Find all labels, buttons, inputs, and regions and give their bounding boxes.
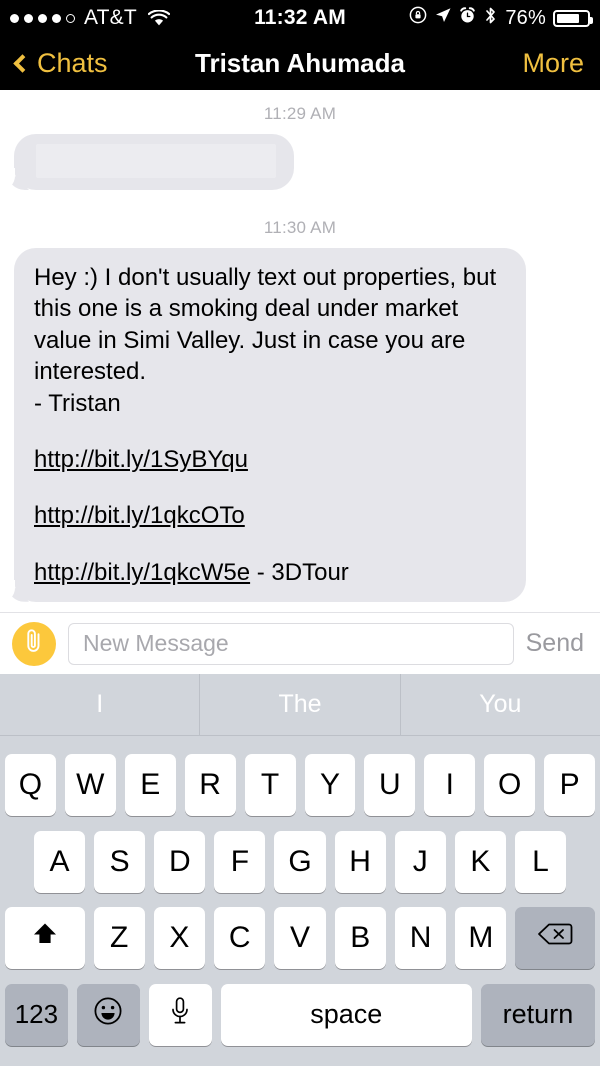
battery-icon: [553, 9, 593, 27]
navigation-bar: Chats Tristan Ahumada More: [0, 36, 600, 90]
message-link-suffix: - 3DTour: [250, 558, 349, 586]
signal-strength-dots: [10, 13, 75, 23]
chevron-left-icon: [13, 53, 32, 73]
message-input-bar: New Message Send: [0, 612, 600, 674]
key-k[interactable]: K: [454, 830, 506, 893]
key-x[interactable]: X: [153, 907, 206, 970]
numeric-key[interactable]: 123: [5, 983, 68, 1046]
return-key[interactable]: return: [480, 983, 595, 1046]
shift-key[interactable]: [5, 907, 85, 970]
on-screen-keyboard: I The You Q W E R T Y U I O P A S D F G …: [0, 674, 600, 1066]
key-s[interactable]: S: [94, 830, 146, 893]
key-r[interactable]: R: [184, 754, 236, 817]
status-bar: AT&T 11:32 AM 76%: [0, 0, 600, 36]
predictive-text-bar: I The You: [0, 674, 600, 736]
redacted-content: [36, 144, 276, 178]
shift-arrow-icon: [30, 920, 60, 956]
rotation-lock-icon: [409, 6, 427, 30]
key-w[interactable]: W: [64, 754, 116, 817]
key-j[interactable]: J: [394, 830, 446, 893]
key-p[interactable]: P: [544, 754, 596, 817]
message-link-line: http://bit.ly/1SyBYqu: [34, 444, 506, 475]
key-a[interactable]: A: [34, 830, 86, 893]
dictation-key[interactable]: [148, 983, 212, 1046]
backspace-key[interactable]: [515, 907, 595, 970]
attachment-button[interactable]: [12, 621, 56, 666]
location-arrow-icon: [434, 6, 452, 30]
conversation-thread[interactable]: 11:29 AM 11:30 AM Hey :) I don't usually…: [0, 90, 600, 612]
keyboard-row-1: Q W E R T Y U I O P: [0, 754, 600, 817]
key-b[interactable]: B: [334, 907, 386, 970]
key-z[interactable]: Z: [93, 907, 145, 970]
prediction-candidate[interactable]: The: [199, 674, 399, 735]
key-c[interactable]: C: [214, 907, 266, 970]
key-f[interactable]: F: [214, 830, 266, 893]
prediction-candidate[interactable]: You: [399, 674, 600, 735]
message-bubble[interactable]: Hey :) I don't usually text out properti…: [1, 248, 526, 602]
message-link[interactable]: http://bit.ly/1qkcW5e: [34, 559, 250, 586]
message-input-field[interactable]: New Message: [68, 622, 514, 665]
alarm-clock-icon: [459, 6, 476, 30]
message-timestamp: 11:29 AM: [263, 104, 337, 123]
emoji-smiley-icon: [93, 996, 123, 1033]
message-row-incoming: Hey :) I don't usually text out properti…: [0, 248, 600, 602]
key-h[interactable]: H: [334, 830, 386, 893]
back-to-chats-button[interactable]: Chats: [13, 47, 108, 79]
key-u[interactable]: U: [364, 754, 416, 817]
key-n[interactable]: N: [394, 907, 447, 970]
message-link[interactable]: http://bit.ly/1SyBYqu: [34, 446, 248, 473]
send-button[interactable]: Send: [526, 629, 588, 658]
key-m[interactable]: M: [455, 907, 507, 970]
backspace-icon: [537, 921, 573, 955]
key-t[interactable]: T: [244, 754, 296, 817]
keyboard-row-2: A S D F G H J K L: [0, 830, 600, 893]
more-button[interactable]: More: [522, 48, 584, 79]
key-i[interactable]: I: [424, 754, 476, 817]
message-timestamp: 11:30 AM: [263, 218, 337, 237]
paperclip-icon: [21, 627, 47, 660]
keyboard-row-3: Z X C V B N M: [0, 907, 600, 970]
key-d[interactable]: D: [154, 830, 206, 893]
message-link[interactable]: http://bit.ly/1qkcOTo: [34, 502, 245, 529]
status-bar-left: AT&T: [10, 6, 170, 30]
phone-screen: AT&T 11:32 AM 76% Chats Tristan Ahumada …: [0, 0, 600, 1066]
battery-percent-label: 76%: [505, 6, 546, 29]
bluetooth-icon: [483, 6, 498, 31]
message-bubble-redacted[interactable]: [1, 134, 294, 190]
message-link-line: http://bit.ly/1qkcW5e - 3DTour: [34, 557, 506, 588]
space-key[interactable]: space: [220, 983, 472, 1046]
back-button-label: Chats: [37, 47, 108, 78]
key-v[interactable]: V: [274, 907, 326, 970]
message-row-incoming: [0, 134, 600, 190]
key-e[interactable]: E: [124, 754, 176, 817]
status-bar-right: 76%: [409, 6, 593, 31]
message-link-line: http://bit.ly/1qkcOTo: [34, 500, 506, 531]
microphone-icon: [169, 996, 191, 1033]
key-q[interactable]: Q: [4, 754, 56, 817]
wifi-icon: [147, 9, 170, 27]
keyboard-rows: Q W E R T Y U I O P A S D F G H J K L Z …: [0, 736, 600, 1066]
keyboard-row-4: 123 space return: [0, 983, 600, 1046]
key-g[interactable]: G: [274, 830, 326, 893]
prediction-candidate[interactable]: I: [0, 674, 199, 735]
message-body-text: Hey :) I don't usually text out properti…: [34, 264, 497, 417]
key-y[interactable]: Y: [304, 754, 356, 817]
emoji-key[interactable]: [76, 983, 140, 1046]
key-l[interactable]: L: [514, 830, 566, 893]
key-o[interactable]: O: [484, 754, 536, 817]
carrier-label: AT&T: [84, 6, 137, 29]
